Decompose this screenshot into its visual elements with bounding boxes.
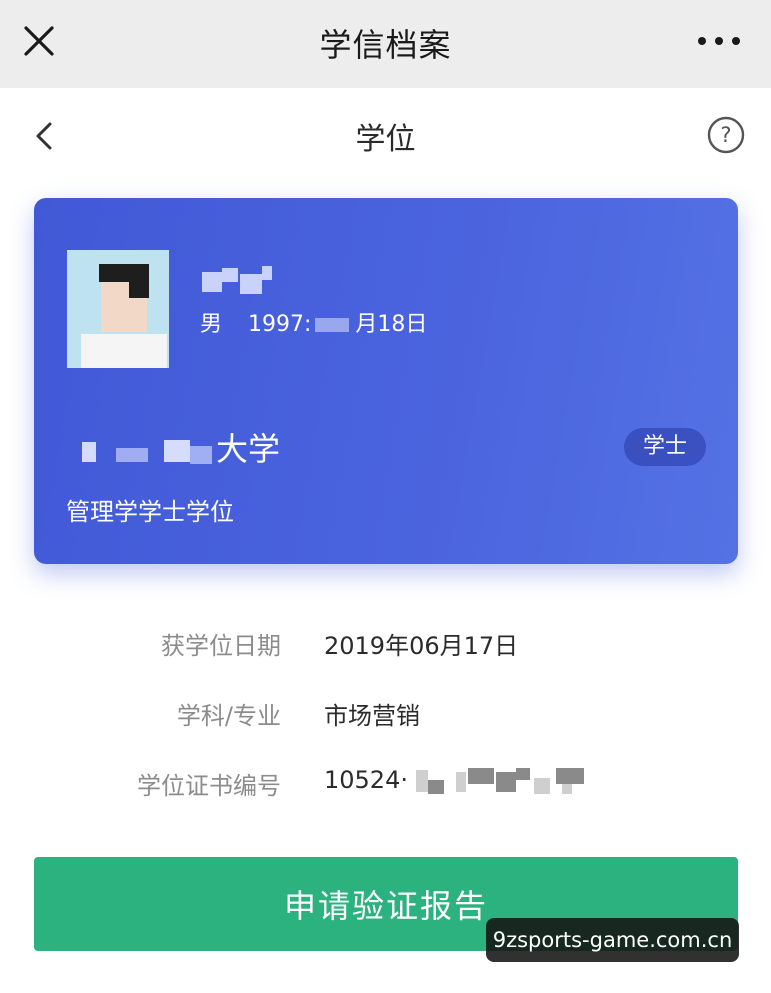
page-title: 学位	[355, 122, 416, 157]
detail-value: 10524·	[324, 766, 606, 794]
app-top-bar: 学信档案	[0, 0, 771, 88]
detail-label: 学位证书编号	[137, 772, 281, 800]
degree-level-badge: 学士	[624, 428, 706, 466]
birth-year: 1997:	[248, 312, 312, 337]
page-nav-bar: 学位 ?	[0, 88, 771, 184]
certificate-number: 10524·	[324, 766, 408, 794]
birth-info: 男 1997: 月18日	[200, 306, 427, 338]
more-dots-icon[interactable]	[692, 26, 746, 56]
birth-date: 月18日	[355, 312, 428, 337]
app-title: 学信档案	[319, 26, 452, 64]
degree-name: 管理学学士学位	[66, 498, 234, 526]
avatar	[67, 250, 169, 368]
name-redacted	[202, 266, 272, 296]
degree-card[interactable]: 男 1997: 月18日 大学 管理学学士学位 学士	[34, 198, 738, 564]
detail-value: 2019年06月17日	[324, 632, 519, 660]
detail-value: 市场营销	[324, 702, 420, 730]
certificate-redacted	[415, 768, 606, 794]
svg-text:?: ?	[720, 123, 731, 147]
university-suffix: 大学	[216, 430, 281, 468]
university-name: 大学	[82, 424, 280, 470]
university-redacted	[82, 438, 214, 464]
detail-label: 学科/专业	[176, 702, 281, 730]
detail-row-certificate: 学位证书编号 10524·	[0, 766, 771, 806]
detail-label: 获学位日期	[161, 632, 281, 660]
detail-row-major: 学科/专业 市场营销	[0, 696, 771, 736]
question-circle-icon[interactable]: ?	[706, 115, 746, 155]
detail-row-date: 获学位日期 2019年06月17日	[0, 626, 771, 666]
watermark: 9zsports-game.com.cn	[486, 918, 739, 962]
gender: 男	[200, 312, 223, 337]
